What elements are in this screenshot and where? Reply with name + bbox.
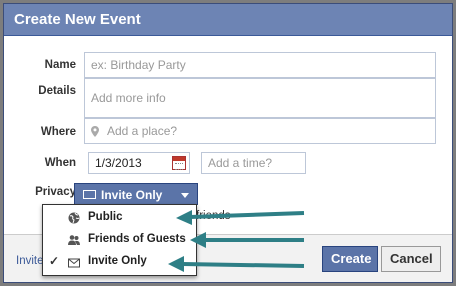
where-input[interactable]: Add a place? [84, 118, 436, 144]
privacy-label: Privacy [35, 186, 76, 198]
dialog-title-bar: Create New Event [4, 4, 452, 36]
calendar-icon[interactable] [172, 156, 186, 170]
privacy-option-label: Public [88, 211, 123, 223]
details-input[interactable]: Add more info [84, 78, 436, 118]
details-placeholder: Add more info [91, 91, 166, 105]
name-placeholder: ex: Birthday Party [91, 58, 186, 72]
invite-link[interactable]: Invite [16, 255, 44, 267]
checkmark-icon: ✓ [49, 254, 60, 268]
name-label: Name [44, 59, 76, 71]
envelope-icon [68, 258, 80, 268]
where-label: Where [40, 126, 76, 138]
privacy-value: Invite Only [101, 188, 163, 202]
location-pin-icon [91, 126, 99, 137]
date-value: 1/3/2013 [95, 156, 142, 170]
privacy-option-label: Invite Only [88, 255, 147, 267]
cancel-button[interactable]: Cancel [381, 246, 441, 272]
time-placeholder: Add a time? [208, 156, 273, 170]
privacy-dropdown-button[interactable]: Invite Only [74, 183, 198, 205]
name-input[interactable]: ex: Birthday Party [84, 52, 436, 78]
globe-icon [68, 212, 80, 224]
time-input[interactable]: Add a time? [201, 152, 306, 174]
create-event-dialog: Create New Event Name ex: Birthday Party… [3, 3, 453, 283]
where-placeholder: Add a place? [107, 124, 178, 138]
date-input[interactable]: 1/3/2013 [88, 152, 190, 174]
create-button[interactable]: Create [322, 246, 378, 272]
annotation-arrows [168, 210, 305, 272]
dialog-title: Create New Event [14, 11, 141, 28]
people-icon [68, 235, 80, 245]
chevron-down-icon [181, 193, 189, 198]
when-label: When [44, 157, 76, 169]
envelope-icon [83, 190, 96, 199]
details-label: Details [38, 85, 76, 97]
